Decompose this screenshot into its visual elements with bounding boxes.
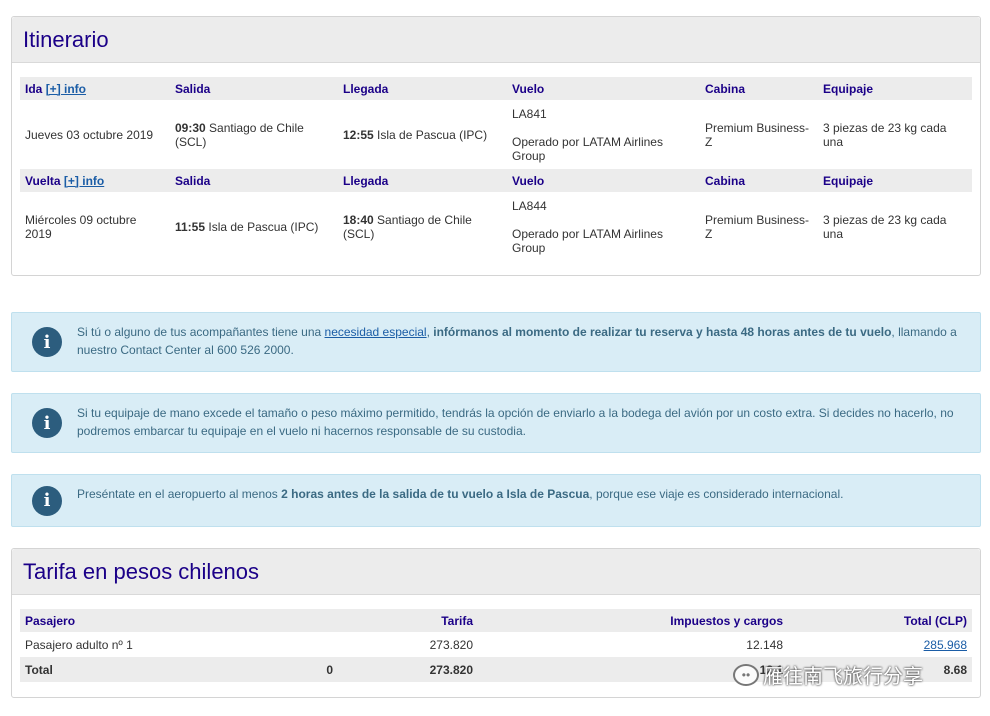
vuelta-flight-number: LA844 <box>512 198 547 213</box>
vuelta-baggage: 3 piezas de 23 kg cada una <box>823 212 947 241</box>
special-need-link[interactable]: necesidad especial <box>325 325 427 339</box>
passenger-taxes: 12.148 <box>746 637 783 652</box>
salida-header: Salida <box>170 77 338 100</box>
total-label: Total <box>20 657 170 682</box>
info-icon: i <box>32 327 62 357</box>
equipaje-header-2: Equipaje <box>818 169 972 192</box>
ida-row: Jueves 03 octubre 2019 09:30 Santiago de… <box>20 100 972 169</box>
itinerary-table: Ida [+] info Salida Llegada Vuelo Cabina… <box>20 77 972 261</box>
vuelta-arrival: 18:40 Santiago de Chile (SCL) <box>343 212 472 241</box>
carry-on-text: Si tu equipaje de mano excede el tamaño … <box>77 406 954 438</box>
ida-label-cell: Ida [+] info <box>20 77 170 100</box>
carry-on-alert: i Si tu equipaje de mano excede el tamañ… <box>11 393 981 453</box>
ida-operated-by: Operado por LATAM Airlines Group <box>512 134 663 163</box>
impuestos-header: Impuestos y cargos <box>478 609 788 632</box>
ida-date: Jueves 03 octubre 2019 <box>25 127 154 142</box>
watermark: •• 雁往南飞旅行分享 <box>733 660 923 689</box>
itinerary-title: Itinerario <box>23 26 109 52</box>
itinerary-panel: Itinerario Ida [+] info Salida Llegada V… <box>11 16 981 276</box>
ida-arrival: 12:55 Isla de Pascua (IPC) <box>343 127 488 142</box>
vuelo-header: Vuelo <box>507 77 700 100</box>
ida-departure: 09:30 Santiago de Chile (SCL) <box>175 120 304 149</box>
pasajero-header: Pasajero <box>20 609 170 632</box>
vuelo-header-2: Vuelo <box>507 169 700 192</box>
ida-flight-number: LA841 <box>512 106 547 121</box>
cabina-header: Cabina <box>700 77 818 100</box>
passenger-fare: 273.820 <box>429 637 473 652</box>
itinerary-header: Itinerario <box>12 17 980 63</box>
fare-header: Tarifa en pesos chilenos <box>12 549 980 595</box>
vuelta-info-link[interactable]: [+] info <box>64 174 104 188</box>
vuelta-label-cell: Vuelta [+] info <box>20 169 170 192</box>
ida-flight: LA841 Operado por LATAM Airlines Group <box>507 100 700 169</box>
special-needs-text: Si tú o alguno de tus acompañantes tiene… <box>77 325 957 357</box>
salida-header-2: Salida <box>170 169 338 192</box>
wechat-icon: •• <box>733 663 759 686</box>
total-fare: 273.820 <box>338 657 478 682</box>
ida-baggage: 3 piezas de 23 kg cada una <box>823 120 947 149</box>
total-header: Total (CLP) <box>788 609 972 632</box>
cabina-header-2: Cabina <box>700 169 818 192</box>
info-icon: i <box>32 485 62 516</box>
vuelta-header-row: Vuelta [+] info Salida Llegada Vuelo Cab… <box>20 169 972 192</box>
airport-time-alert: i Preséntate en el aeropuerto al menos 2… <box>11 474 981 527</box>
fare-header-row: Pasajero Tarifa Impuestos y cargos Total… <box>20 609 972 632</box>
ida-cabin: Premium Business-Z <box>705 120 810 149</box>
passenger-row: Pasajero adulto nº 1 273.820 12.148 285.… <box>20 632 972 657</box>
info-icon: i <box>32 408 62 438</box>
ida-header-row: Ida [+] info Salida Llegada Vuelo Cabina… <box>20 77 972 100</box>
equipaje-header: Equipaje <box>818 77 972 100</box>
vuelta-date: Miércoles 09 octubre 2019 <box>25 212 137 241</box>
llegada-header: Llegada <box>338 77 507 100</box>
special-needs-alert: i Si tú o alguno de tus acompañantes tie… <box>11 312 981 372</box>
vuelta-departure: 11:55 Isla de Pascua (IPC) <box>175 219 319 234</box>
watermark-text: 雁往南飞旅行分享 <box>763 666 923 688</box>
vuelta-operated-by: Operado por LATAM Airlines Group <box>512 226 663 255</box>
vuelta-cabin: Premium Business-Z <box>705 212 810 241</box>
llegada-header-2: Llegada <box>338 169 507 192</box>
vuelta-flight: LA844 Operado por LATAM Airlines Group <box>507 192 700 261</box>
passenger-total-link[interactable]: 285.968 <box>924 638 967 652</box>
passenger-name: Pasajero adulto nº 1 <box>25 637 133 652</box>
ida-info-link[interactable]: [+] info <box>46 82 86 96</box>
passenger-total: 285.968 <box>788 632 972 657</box>
vuelta-row: Miércoles 09 octubre 2019 11:55 Isla de … <box>20 192 972 261</box>
airport-time-text: Preséntate en el aeropuerto al menos 2 h… <box>77 487 844 501</box>
total-count: 0 <box>170 657 338 682</box>
fare-title: Tarifa en pesos chilenos <box>23 558 260 584</box>
tarifa-header: Tarifa <box>338 609 478 632</box>
